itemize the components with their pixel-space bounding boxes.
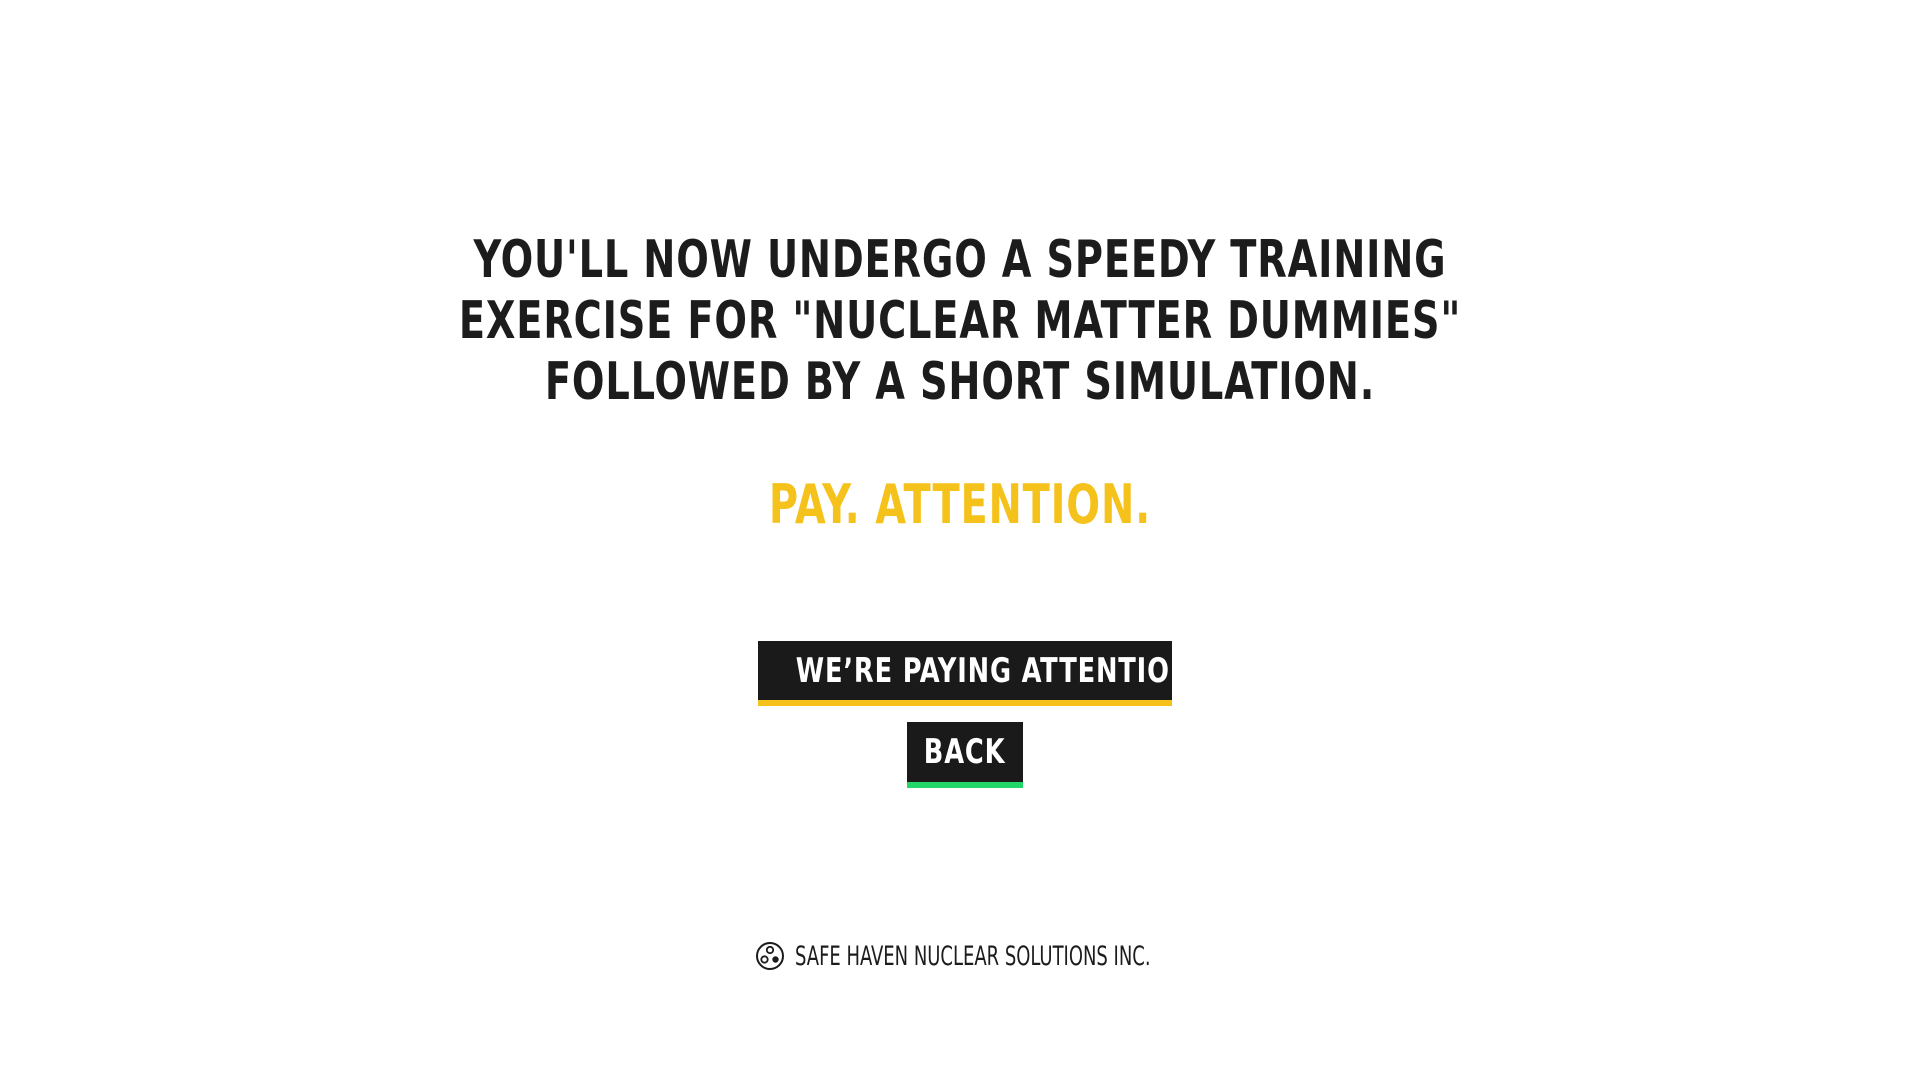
intro-line-1: YOU'LL NOW UNDERGO A SPEEDY TRAINING	[473, 230, 1447, 290]
attention-heading: PAY. ATTENTION.	[768, 473, 1152, 536]
company-name: SAFE HAVEN NUCLEAR SOLUTIONS INC.	[795, 940, 1151, 972]
radiation-logo-icon	[755, 941, 785, 971]
back-button-label: BACK	[924, 732, 1006, 772]
paying-attention-button-label: WE’RE PAYING ATTENTION	[795, 651, 1193, 691]
back-button[interactable]: BACK	[907, 722, 1023, 788]
footer: SAFE HAVEN NUCLEAR SOLUTIONS INC.	[0, 940, 1920, 972]
training-intro-screen: YOU'LL NOW UNDERGO A SPEEDY TRAINING EXE…	[0, 0, 1920, 1080]
intro-message: YOU'LL NOW UNDERGO A SPEEDY TRAINING EXE…	[173, 230, 1747, 413]
footer-branding: SAFE HAVEN NUCLEAR SOLUTIONS INC.	[755, 941, 1165, 972]
intro-line-2: EXERCISE FOR "NUCLEAR MATTER DUMMIES"	[458, 291, 1462, 351]
paying-attention-button[interactable]: WE’RE PAYING ATTENTION	[758, 641, 1191, 706]
intro-line-3: FOLLOWED BY A SHORT SIMULATION.	[544, 352, 1376, 412]
